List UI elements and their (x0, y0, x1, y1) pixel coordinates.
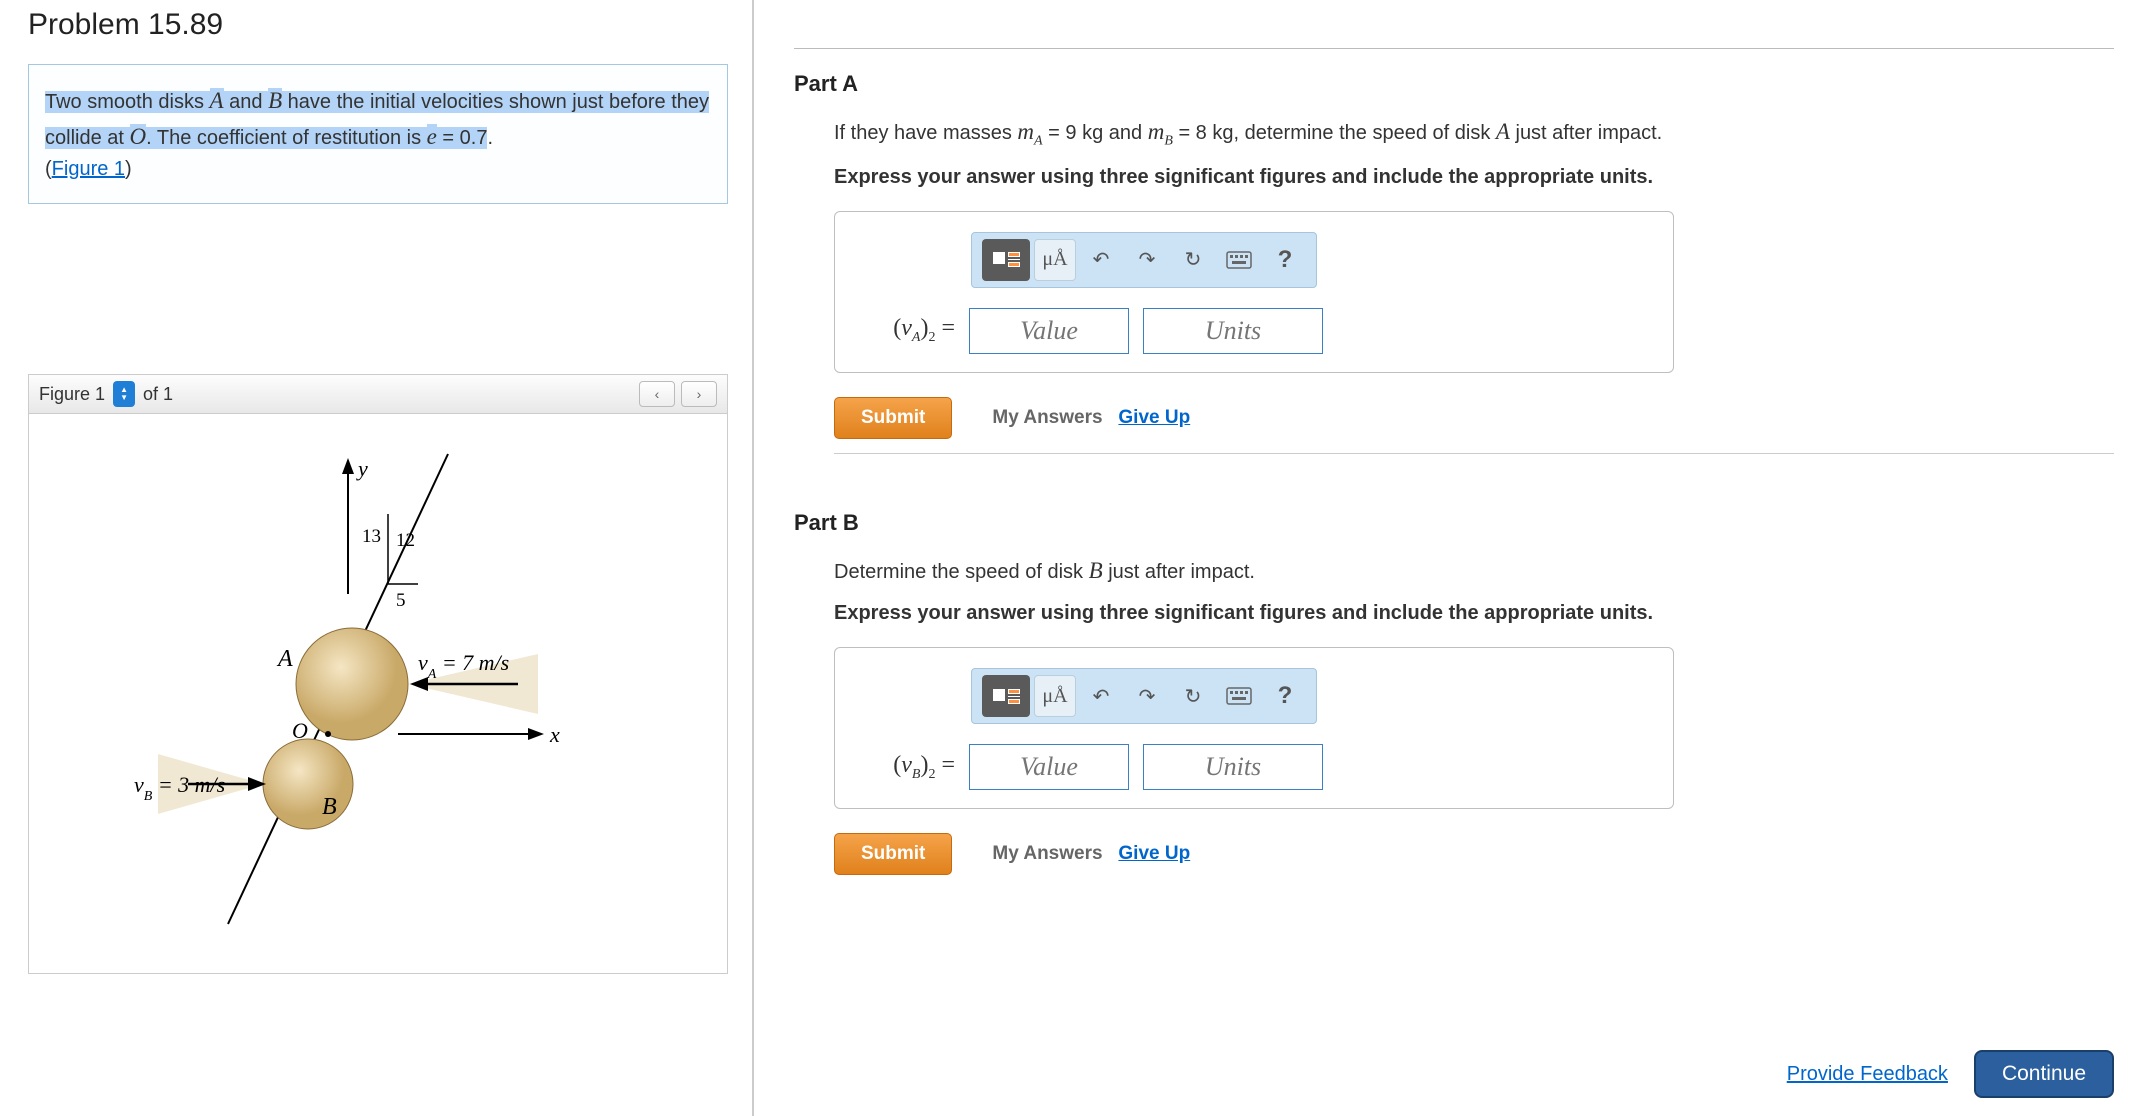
triangle-hyp: 13 (362, 526, 381, 547)
part-a-text: If they have masses mA = 9 kg and mB = 8… (834, 115, 2114, 152)
part-b-instruction: Express your answer using three signific… (834, 602, 2114, 625)
figure-prev-button[interactable]: ‹ (639, 381, 675, 407)
text: Two smooth disks (45, 91, 210, 113)
figure-stepper[interactable]: ▲▼ (113, 381, 135, 407)
origin-label: O (292, 718, 308, 743)
part-b-text: Determine the speed of disk B just after… (834, 554, 2114, 589)
part-b-giveup-link[interactable]: Give Up (1118, 843, 1190, 864)
part-b-header: Part B (794, 494, 2114, 536)
y-axis-label: y (356, 456, 368, 481)
part-b-units-input[interactable] (1143, 744, 1323, 790)
units-icon[interactable]: μÅ (1034, 675, 1076, 717)
undo-icon[interactable]: ↶ (1080, 675, 1122, 717)
undo-icon[interactable]: ↶ (1080, 239, 1122, 281)
part-b-value-input[interactable] (969, 744, 1129, 790)
templates-icon[interactable] (982, 239, 1030, 281)
problem-title: Problem 15.89 (28, 8, 728, 42)
part-a-my-answers[interactable]: My Answers (992, 407, 1102, 428)
figure-link[interactable]: Figure 1 (52, 158, 125, 180)
figure-header: Figure 1 ▲▼ of 1 ‹ › (28, 374, 728, 414)
part-a-answer-label: (vA)2 = (855, 315, 955, 346)
text: and (224, 91, 268, 113)
part-a-units-input[interactable] (1143, 308, 1323, 354)
text: . The coefficient of restitution is (146, 127, 427, 149)
text: . (487, 127, 493, 149)
units-icon[interactable]: μÅ (1034, 239, 1076, 281)
problem-statement: Two smooth disks A and B have the initia… (28, 64, 728, 204)
part-b-answer-label: (vB)2 = (855, 752, 955, 783)
var-e: e (427, 124, 437, 149)
collision-diagram: y x 13 12 5 (118, 434, 638, 954)
var-b: B (268, 88, 282, 113)
part-a-instruction: Express your answer using three signific… (834, 166, 2114, 189)
continue-button[interactable]: Continue (1974, 1050, 2114, 1098)
reset-icon[interactable]: ↻ (1172, 675, 1214, 717)
var-a: A (210, 88, 224, 113)
redo-icon[interactable]: ↷ (1126, 239, 1168, 281)
part-a-toolbar: μÅ ↶ ↷ ↻ ? (971, 232, 1317, 288)
part-b-toolbar: μÅ ↶ ↷ ↻ ? (971, 668, 1317, 724)
part-a-answer-box: μÅ ↶ ↷ ↻ ? (vA)2 = (834, 211, 1674, 373)
keyboard-icon[interactable] (1218, 675, 1260, 717)
help-icon[interactable]: ? (1264, 239, 1306, 281)
part-b-answer-box: μÅ ↶ ↷ ↻ ? (vB)2 = (834, 647, 1674, 809)
redo-icon[interactable]: ↷ (1126, 675, 1168, 717)
x-axis-label: x (549, 722, 560, 747)
figure-of-text: of 1 (143, 384, 173, 405)
figure-next-button[interactable]: › (681, 381, 717, 407)
var-o: O (130, 124, 147, 149)
triangle-h: 5 (396, 590, 406, 611)
disk-b-label: B (322, 794, 337, 820)
triangle-v: 12 (396, 530, 415, 551)
part-a-submit-button[interactable]: Submit (834, 397, 952, 439)
figure-label: Figure 1 (39, 384, 105, 405)
templates-icon[interactable] (982, 675, 1030, 717)
provide-feedback-link[interactable]: Provide Feedback (1787, 1063, 1948, 1086)
part-a-value-input[interactable] (969, 308, 1129, 354)
figure-body: y x 13 12 5 (28, 414, 728, 974)
reset-icon[interactable]: ↻ (1172, 239, 1214, 281)
part-a-giveup-link[interactable]: Give Up (1118, 407, 1190, 428)
part-b-my-answers[interactable]: My Answers (992, 843, 1102, 864)
disk-a-label: A (276, 646, 293, 672)
help-icon[interactable]: ? (1264, 675, 1306, 717)
text: = 0.7 (437, 127, 488, 149)
part-b-submit-button[interactable]: Submit (834, 833, 952, 875)
part-a-header: Part A (794, 48, 2114, 97)
keyboard-icon[interactable] (1218, 239, 1260, 281)
